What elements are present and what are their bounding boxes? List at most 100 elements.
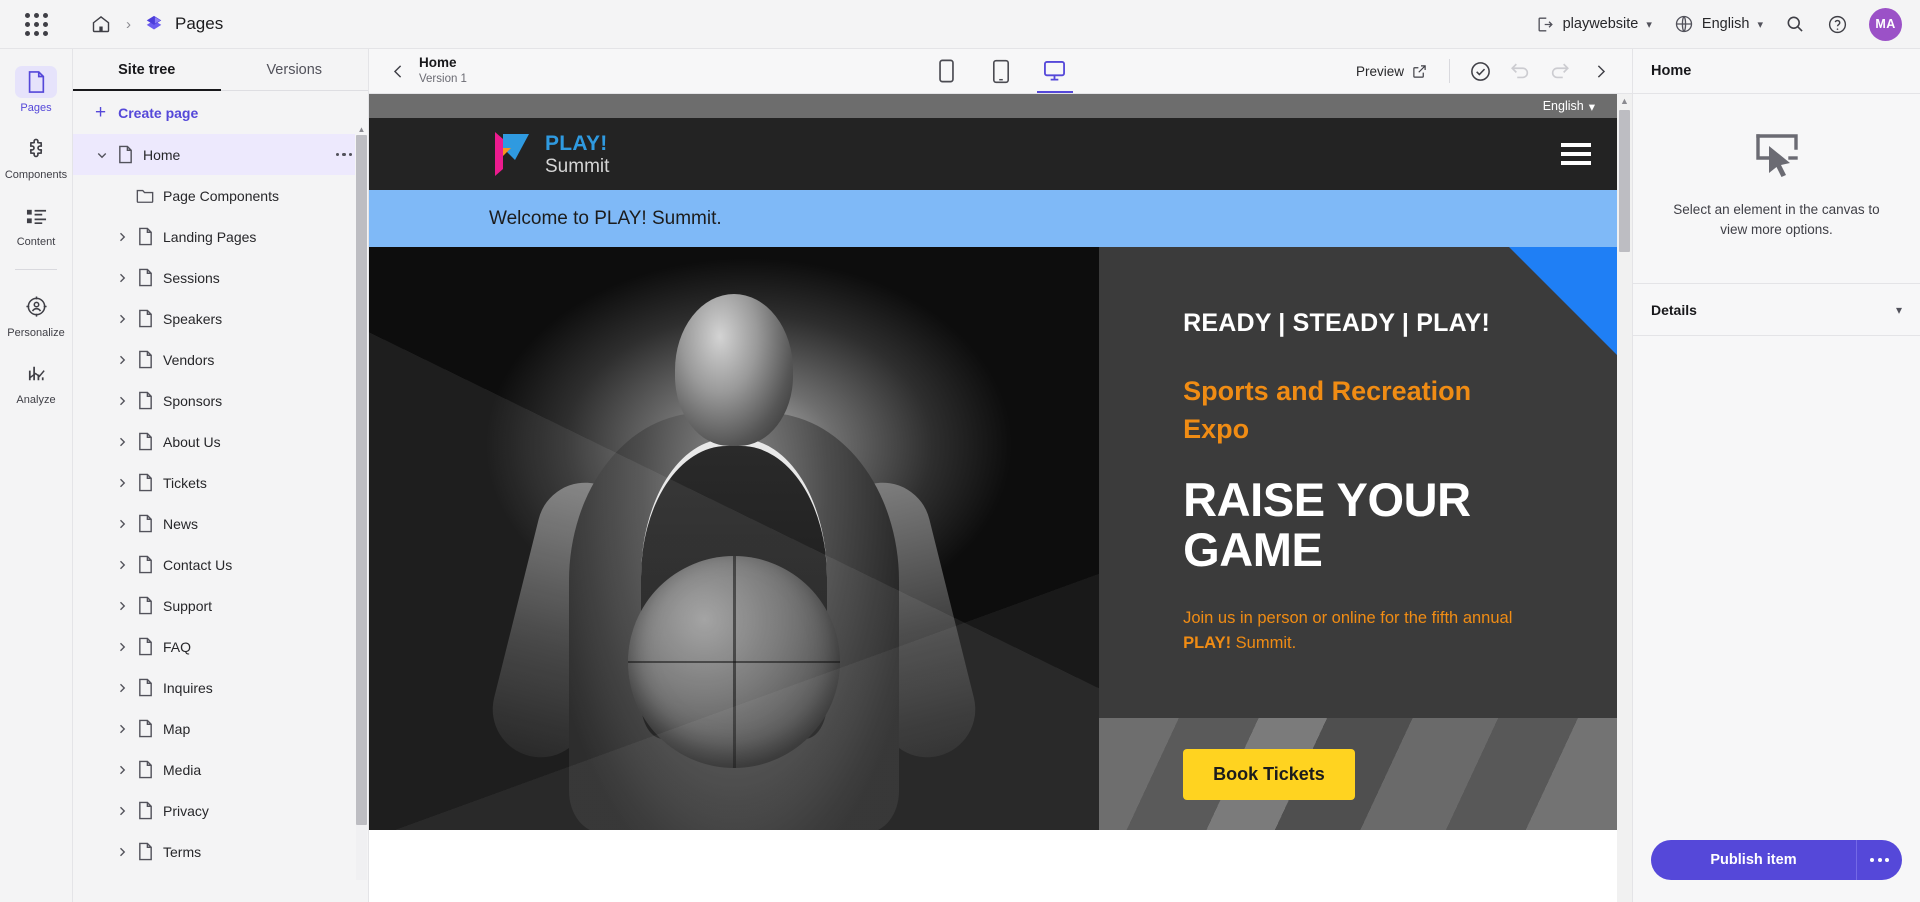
- chevron-right-icon[interactable]: [111, 764, 133, 776]
- canvas-area: Home Version 1 Preview English ▾ PLAY! S…: [369, 49, 1632, 902]
- sidebar-scroll-thumb[interactable]: [356, 135, 367, 825]
- help-circle-icon[interactable]: [1819, 6, 1855, 42]
- tree-item-page-components[interactable]: Page Components: [73, 175, 368, 216]
- chevron-right-icon[interactable]: [111, 436, 133, 448]
- sidebar-scrollbar[interactable]: ▲: [355, 123, 368, 892]
- chevron-right-icon[interactable]: [111, 559, 133, 571]
- properties-empty-message: Select an element in the canvas to view …: [1673, 202, 1880, 237]
- rail-item-components[interactable]: Components: [3, 126, 69, 187]
- properties-panel-footer: Publish item: [1633, 824, 1920, 902]
- chevron-right-icon[interactable]: [111, 313, 133, 325]
- device-tablet-button[interactable]: [979, 49, 1023, 93]
- app-grid-icon[interactable]: [14, 2, 58, 46]
- canvas-scrollbar[interactable]: ▲: [1617, 94, 1632, 902]
- chevron-right-icon[interactable]: [111, 354, 133, 366]
- rail-item-content[interactable]: Content: [3, 193, 69, 254]
- undo-icon[interactable]: [1502, 53, 1538, 89]
- tree-item-tickets[interactable]: Tickets: [73, 462, 368, 503]
- tree-item-about-us[interactable]: About Us: [73, 421, 368, 462]
- tree-item-sessions[interactable]: Sessions: [73, 257, 368, 298]
- tree-item-sponsors[interactable]: Sponsors: [73, 380, 368, 421]
- hero-photo[interactable]: [369, 247, 1100, 830]
- publish-more-options-button[interactable]: [1856, 840, 1902, 880]
- chevron-right-icon[interactable]: [111, 846, 133, 858]
- search-icon[interactable]: [1777, 6, 1813, 42]
- tree-item-support[interactable]: Support: [73, 585, 368, 626]
- chevron-down-icon[interactable]: [91, 149, 113, 161]
- home-icon[interactable]: [88, 11, 114, 37]
- chevron-right-icon[interactable]: [111, 272, 133, 284]
- page-file-icon: [133, 678, 157, 697]
- publish-item-button[interactable]: Publish item: [1651, 840, 1856, 880]
- rail-item-pages[interactable]: Pages: [3, 59, 69, 120]
- chevron-right-icon[interactable]: [111, 395, 133, 407]
- site-selector[interactable]: playwebsite ▾: [1528, 9, 1660, 40]
- website-preview[interactable]: English ▾ PLAY! Summit Welcome to PLAY! …: [369, 94, 1617, 902]
- rail-item-analyze[interactable]: Analyze: [3, 351, 69, 412]
- tree-item-privacy[interactable]: Privacy: [73, 790, 368, 831]
- tree-item-label: Speakers: [163, 310, 223, 327]
- tree-item-news[interactable]: News: [73, 503, 368, 544]
- tree-item-inquires[interactable]: Inquires: [73, 667, 368, 708]
- page-file-icon: [133, 801, 157, 820]
- hero-section[interactable]: READY | STEADY | PLAY! Sports and Recrea…: [369, 247, 1617, 830]
- tree-item-more-options[interactable]: [335, 152, 352, 157]
- tree-item-media[interactable]: Media: [73, 749, 368, 790]
- chevron-right-icon[interactable]: [111, 682, 133, 694]
- device-desktop-button[interactable]: [1033, 49, 1077, 93]
- app-breadcrumb-pages[interactable]: Pages: [143, 14, 223, 34]
- tree-item-home[interactable]: Home: [73, 134, 368, 175]
- next-panel-chevron-icon[interactable]: [1582, 53, 1618, 89]
- chevron-right-icon[interactable]: [111, 641, 133, 653]
- header-actions: playwebsite ▾ English ▾ MA: [1528, 6, 1920, 42]
- redo-icon[interactable]: [1542, 53, 1578, 89]
- device-mobile-button[interactable]: [925, 49, 969, 93]
- tree-item-faq[interactable]: FAQ: [73, 626, 368, 667]
- validation-check-icon[interactable]: [1462, 53, 1498, 89]
- chevron-right-icon[interactable]: [111, 600, 133, 612]
- page-file-icon: [133, 268, 157, 287]
- details-section-header[interactable]: Details ▾: [1633, 284, 1920, 337]
- page-file-icon: [133, 473, 157, 492]
- tree-item-label: Home: [143, 146, 181, 163]
- tab-site-tree[interactable]: Site tree: [73, 49, 221, 91]
- scroll-up-arrow-icon[interactable]: ▲: [357, 125, 366, 134]
- avatar[interactable]: MA: [1869, 7, 1902, 41]
- tree-item-contact-us[interactable]: Contact Us: [73, 544, 368, 585]
- play-summit-logo-mark: [495, 132, 529, 176]
- chevron-right-icon[interactable]: [111, 805, 133, 817]
- language-selector[interactable]: English ▾: [1666, 8, 1771, 40]
- welcome-banner[interactable]: Welcome to PLAY! Summit.: [369, 190, 1617, 247]
- chevron-down-icon: ▾: [1757, 18, 1763, 31]
- preview-button[interactable]: Preview: [1346, 58, 1437, 85]
- canvas-toolbar: Home Version 1 Preview: [369, 49, 1632, 94]
- chevron-right-icon[interactable]: [111, 231, 133, 243]
- properties-empty-state: Select an element in the canvas to view …: [1633, 94, 1920, 285]
- chevron-right-icon[interactable]: [111, 518, 133, 530]
- rail-item-personalize[interactable]: Personalize: [3, 284, 69, 345]
- back-chevron-icon[interactable]: [383, 63, 413, 80]
- create-page-button[interactable]: + Create page: [73, 91, 368, 134]
- chevron-right-icon[interactable]: [111, 477, 133, 489]
- canvas-viewport: English ▾ PLAY! Summit Welcome to PLAY! …: [369, 94, 1632, 902]
- book-tickets-button[interactable]: Book Tickets: [1183, 748, 1355, 800]
- site-logo[interactable]: PLAY! Summit: [489, 129, 609, 179]
- canvas-toolbar-actions: Preview: [1346, 53, 1618, 89]
- site-language-switcher[interactable]: English ▾: [369, 94, 1617, 118]
- tab-versions[interactable]: Versions: [221, 49, 369, 90]
- tree-item-label: FAQ: [163, 638, 192, 655]
- tree-item-speakers[interactable]: Speakers: [73, 298, 368, 339]
- site-tree-panel: Site tree Versions + Create page Home Pag…: [73, 49, 369, 902]
- page-file-icon: [133, 760, 157, 779]
- tree-item-vendors[interactable]: Vendors: [73, 339, 368, 380]
- chevron-right-icon[interactable]: [111, 723, 133, 735]
- tree-item-landing-pages[interactable]: Landing Pages: [73, 216, 368, 257]
- canvas-scroll-thumb[interactable]: [1619, 110, 1630, 252]
- tree-item-terms[interactable]: Terms: [73, 831, 368, 872]
- site-export-icon: [1538, 16, 1553, 32]
- breadcrumb: › Pages: [88, 11, 223, 37]
- scroll-up-arrow-icon[interactable]: ▲: [1620, 96, 1629, 106]
- page-tree: Home Page Components Landing Pages Sessions…: [73, 134, 368, 902]
- hamburger-menu-icon[interactable]: [1561, 143, 1591, 165]
- tree-item-map[interactable]: Map: [73, 708, 368, 749]
